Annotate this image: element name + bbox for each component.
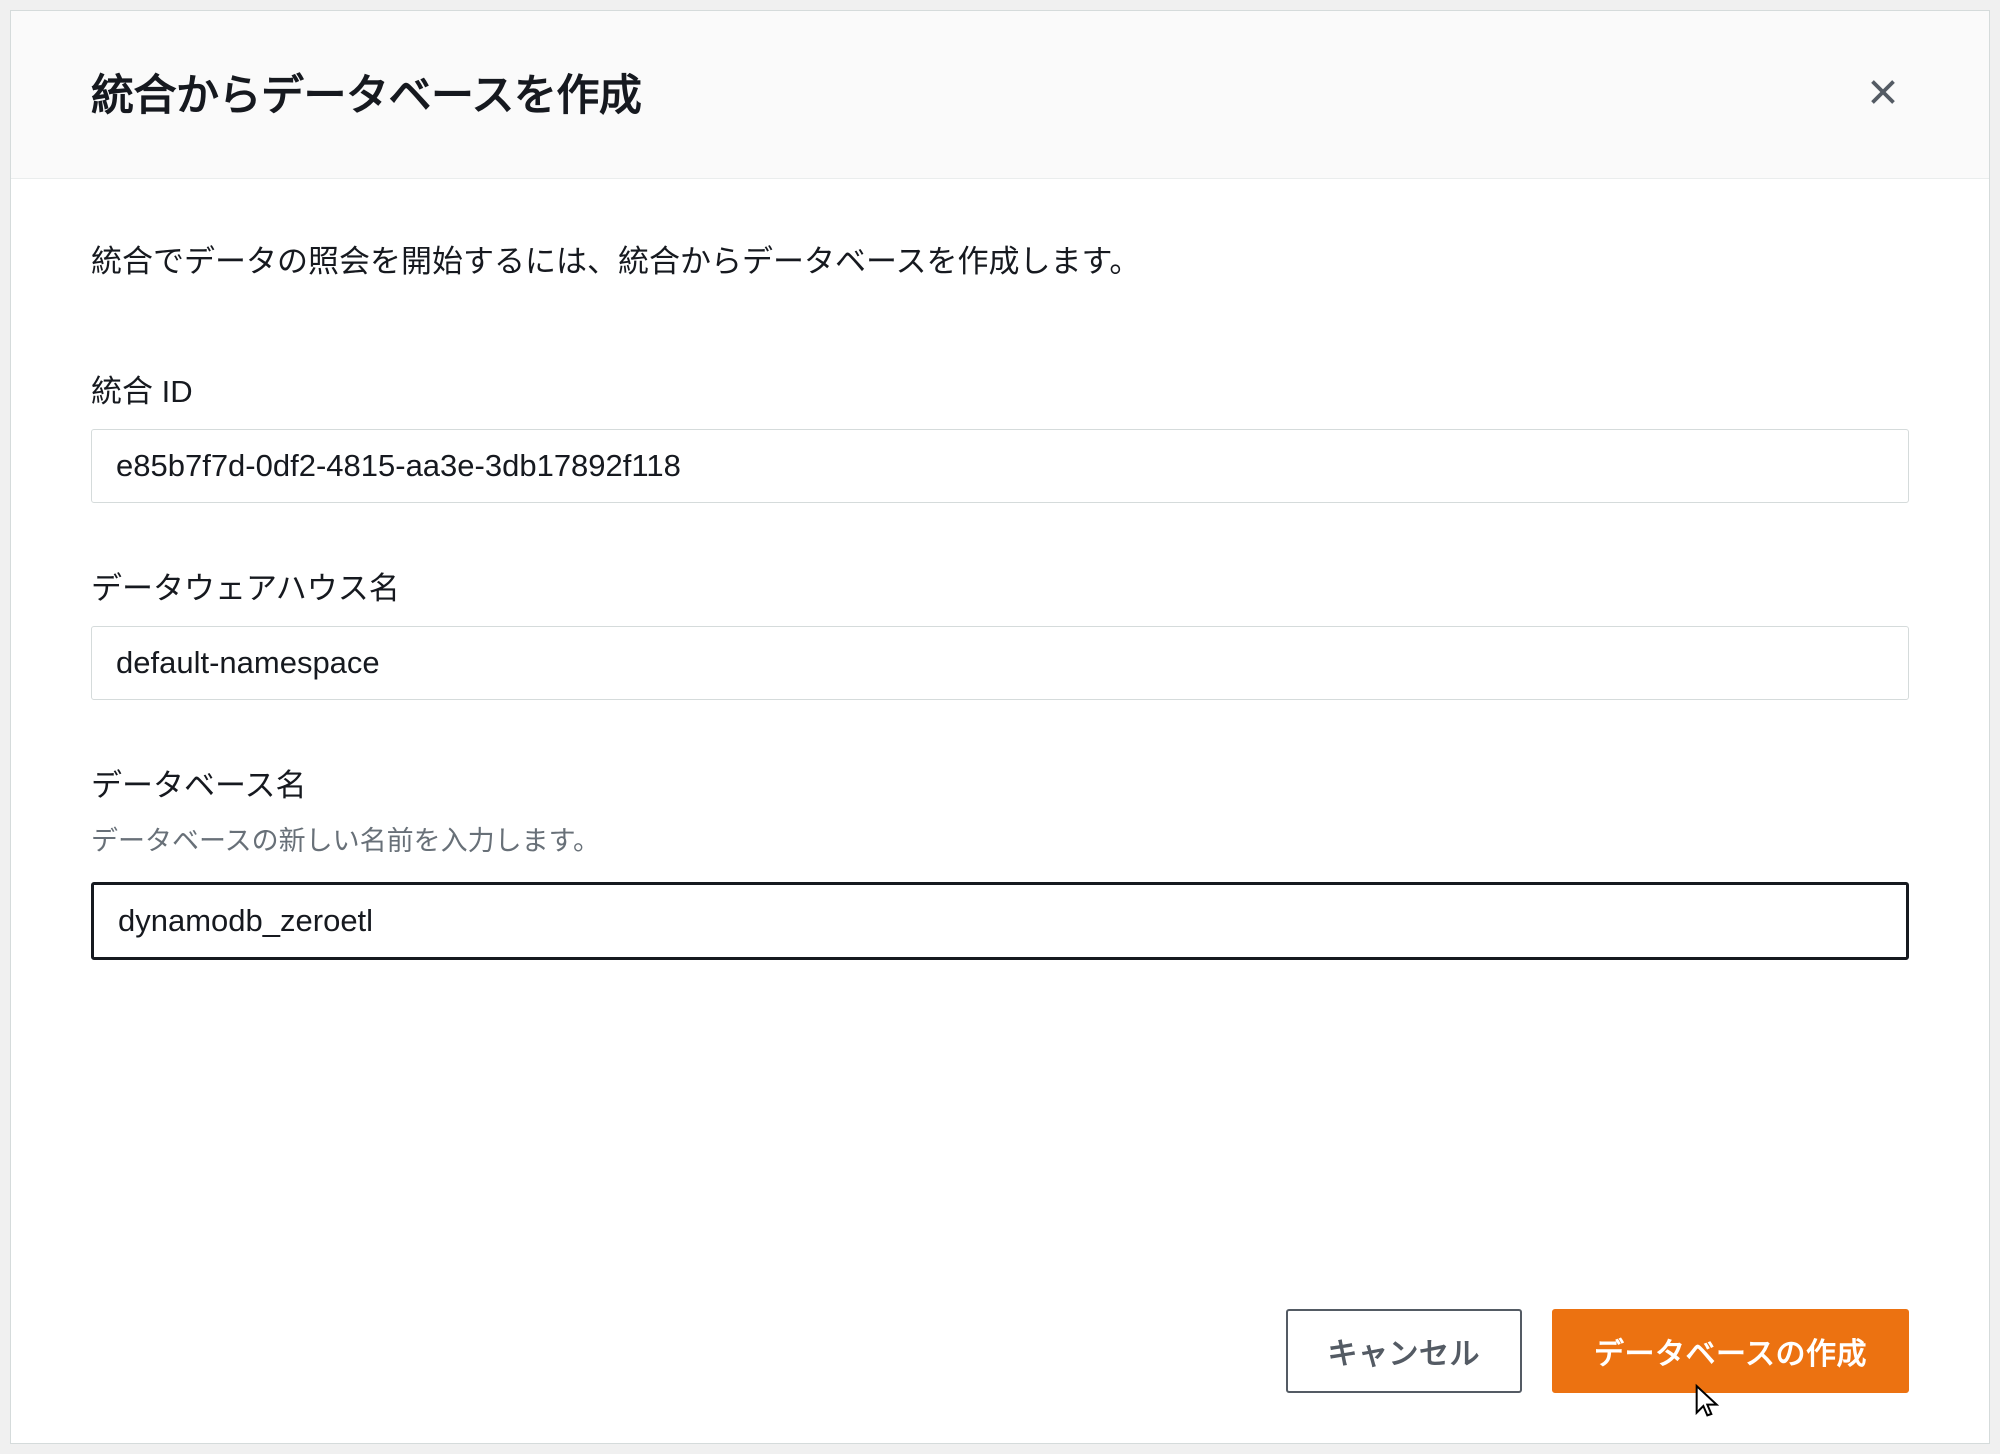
modal-title: 統合からデータベースを作成	[91, 61, 641, 123]
database-name-label: データベース名	[91, 760, 1909, 805]
cancel-button[interactable]: キャンセル	[1286, 1309, 1523, 1393]
integration-id-input[interactable]	[91, 429, 1909, 503]
integration-id-label: 統合 ID	[91, 366, 1909, 411]
pointer-cursor-icon	[1690, 1383, 1722, 1421]
warehouse-name-group: データウェアハウス名	[91, 563, 1909, 700]
warehouse-name-input[interactable]	[91, 626, 1909, 700]
create-database-modal: 統合からデータベースを作成 統合でデータの照会を開始するには、統合からデータベー…	[10, 10, 1990, 1444]
close-button[interactable]	[1857, 66, 1909, 118]
create-database-button[interactable]: データベースの作成	[1552, 1309, 1909, 1393]
modal-body: 統合でデータの照会を開始するには、統合からデータベースを作成します。 統合 ID…	[11, 179, 1989, 1274]
create-button-label: データベースの作成	[1594, 1338, 1867, 1371]
modal-footer: キャンセル データベースの作成	[11, 1274, 1989, 1443]
warehouse-name-label: データウェアハウス名	[91, 563, 1909, 608]
database-name-hint: データベースの新しい名前を入力します。	[91, 823, 1909, 861]
modal-description: 統合でデータの照会を開始するには、統合からデータベースを作成します。	[91, 239, 1909, 286]
database-name-group: データベース名 データベースの新しい名前を入力します。	[91, 760, 1909, 961]
database-name-input[interactable]	[91, 882, 1909, 960]
integration-id-group: 統合 ID	[91, 366, 1909, 503]
close-icon	[1865, 74, 1901, 110]
modal-header: 統合からデータベースを作成	[11, 11, 1989, 179]
